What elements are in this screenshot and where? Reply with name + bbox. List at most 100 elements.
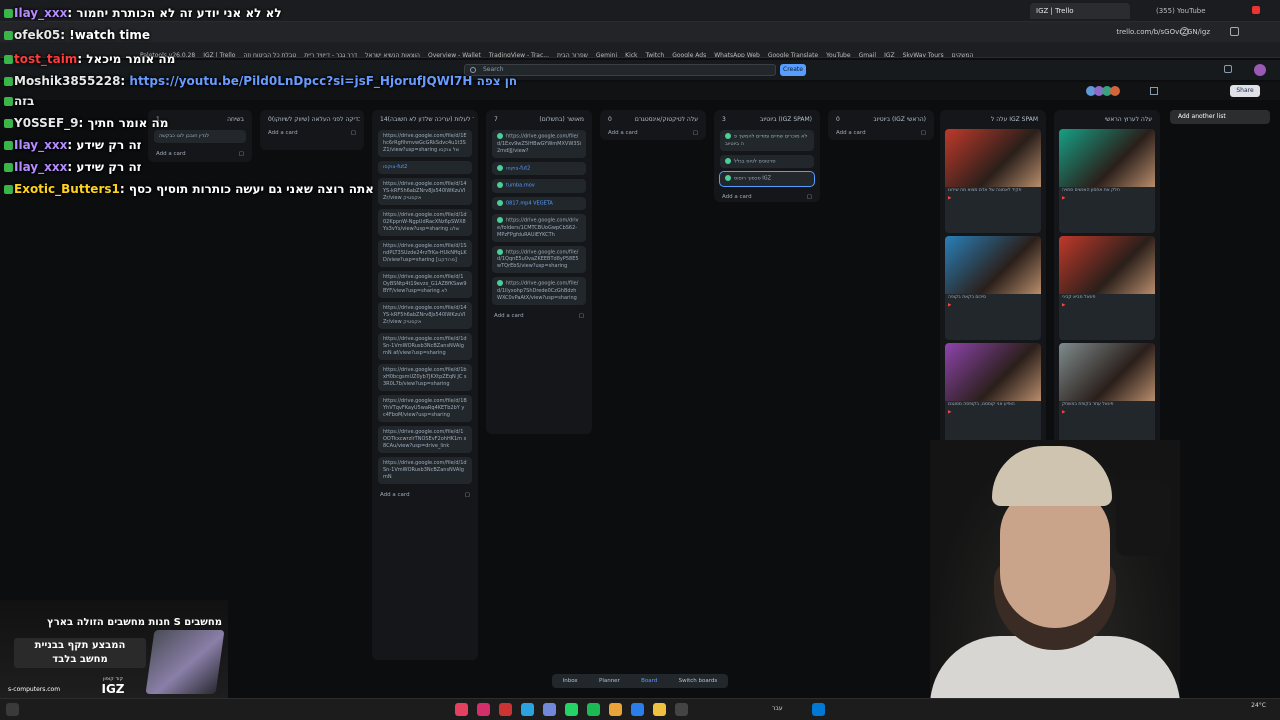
card[interactable]: https://drive.google.com/file/d/1OyBSNtp… <box>378 271 472 298</box>
card-hovered[interactable]: סכסוך רופוס IGZ <box>719 171 815 187</box>
list-title[interactable]: עלה לטיקטוק/אינסטגרם <box>635 114 698 126</box>
app-icon[interactable] <box>477 703 490 716</box>
extensions-icon[interactable] <box>1230 27 1239 36</box>
card[interactable]: https://drive.google.com/file/d/1llyxohp… <box>492 277 586 305</box>
app-icon[interactable] <box>631 703 644 716</box>
share-button[interactable]: Share <box>1230 85 1260 97</box>
card[interactable]: tumba.mov <box>492 179 586 193</box>
card[interactable]: 0817.mp4 VEGETA <box>492 196 586 210</box>
chat-text[interactable]: https://youtu.be/Pild0LnDpcc?si=jsF_Hjor… <box>129 74 517 88</box>
video-card[interactable]: הופיע אני קוסמנו, בקופסה מסוגנם ▶ <box>945 343 1041 447</box>
spotify-icon[interactable] <box>587 703 600 716</box>
start-icon[interactable] <box>6 703 19 716</box>
discord-icon[interactable] <box>543 703 556 716</box>
list-title[interactable]: עלה ל IGZ SPAM <box>991 114 1038 126</box>
video-card[interactable]: חלק את אחסון האנשים סמויה ▶ <box>1059 129 1155 233</box>
list-title[interactable]: ביוטיוב (IGZ SPAM) <box>760 114 812 126</box>
video-card[interactable]: פקיד לאמונה של אדם מצוא מה שירצו ▶ <box>945 129 1041 233</box>
app-icon[interactable] <box>675 703 688 716</box>
bookmark-item[interactable]: שפרוך הבית <box>557 48 588 57</box>
list-title[interactable]: מאושר (בתשלום) <box>539 114 584 126</box>
card[interactable]: https://drive.google.com/file/d/1dSn-1Vm… <box>378 333 472 360</box>
clock[interactable]: 24°C <box>1226 702 1266 710</box>
list-title[interactable]: לא מאושר לעלות (עריכה שלדון לא חשובה) <box>388 114 474 126</box>
card[interactable]: https://drive.google.com/file/d/14YS-kRF… <box>378 302 472 329</box>
bookmark-item[interactable]: Overview - Wallet <box>428 48 481 57</box>
notifications-icon[interactable] <box>1224 65 1232 73</box>
video-card[interactable]: פיגאל מביא קביני ▶ <box>1059 236 1155 340</box>
bookmark-item[interactable]: WhatsApp Web <box>714 48 760 57</box>
template-icon[interactable]: ▢ <box>693 129 698 136</box>
add-list-button[interactable]: Add another list <box>1170 110 1270 124</box>
card[interactable]: https://drive.google.com/file/d/14YS-kRF… <box>378 178 472 205</box>
add-card-button[interactable]: Add a card ▢ <box>376 488 474 500</box>
card[interactable]: https://drive.google.com/file/d/1Ehc6rRg… <box>378 130 472 157</box>
bookmark-item[interactable]: Kick <box>625 48 637 57</box>
app-icon[interactable] <box>499 703 512 716</box>
switch-boards-tab[interactable]: Switch boards <box>679 678 718 684</box>
add-card-button[interactable]: Add a card ▢ <box>604 126 702 138</box>
add-card-button[interactable]: Add a card ▢ <box>490 309 588 321</box>
planner-tab[interactable]: Planner <box>599 678 620 684</box>
bookmark-item[interactable]: Google Ads <box>672 48 706 57</box>
telegram-icon[interactable] <box>521 703 534 716</box>
check-icon[interactable] <box>497 248 503 255</box>
check-icon[interactable] <box>497 280 503 286</box>
folder-icon[interactable] <box>653 703 666 716</box>
app-icon[interactable] <box>455 703 468 716</box>
bookmark-item[interactable]: המשקים <box>952 48 974 57</box>
card[interactable]: https://drive.google.com/file/d/1SndPLT3… <box>378 240 472 267</box>
video-card[interactable]: פיגאל עוזר בקופת במשחק ▶ <box>1059 343 1155 447</box>
bookmark-item[interactable]: TradingView - Trac... <box>489 48 549 57</box>
card[interactable]: לא מוכרים שחיים ומודים להמשך פה ביוטיוב <box>720 130 814 151</box>
template-icon[interactable]: ▢ <box>921 129 926 136</box>
board-members[interactable] <box>1086 86 1126 96</box>
card[interactable]: צוקסו-fut2 <box>492 161 586 175</box>
filter-icon[interactable] <box>1150 87 1158 95</box>
card[interactable]: https://drive.google.com/file/d/1OOTkxcw… <box>378 426 472 453</box>
card[interactable]: https://drive.google.com/file/d/1d02Kppn… <box>378 209 472 236</box>
list-title[interactable]: ביוטיוב (IGZ הראשי) <box>873 114 926 126</box>
create-button[interactable]: Create <box>780 64 806 76</box>
template-icon[interactable]: ▢ <box>465 491 470 498</box>
video-card[interactable]: סיכום בקאת בקופה ▶ <box>945 236 1041 340</box>
template-icon[interactable]: ▢ <box>579 312 584 319</box>
add-card-button[interactable]: Add a card ▢ <box>832 126 930 138</box>
bookmark-item[interactable]: Gmail <box>859 48 877 57</box>
board-tab[interactable]: Board <box>641 678 657 684</box>
check-icon[interactable] <box>725 157 731 164</box>
check-icon[interactable] <box>497 182 503 188</box>
card[interactable]: https://drive.google.com/file/d/1QqnE5u0… <box>492 245 586 273</box>
bookmark-item[interactable]: IGZ <box>884 48 895 57</box>
list-title[interactable]: עלה לערוץ הראשי <box>1105 114 1152 126</box>
card[interactable]: https://drive.google.com/file/d/1bxH0bcg… <box>378 364 472 391</box>
tab-youtube[interactable]: (355) YouTube <box>1150 3 1250 19</box>
check-icon[interactable] <box>725 175 731 181</box>
add-card-button[interactable]: Add a card ▢ <box>718 190 816 202</box>
bookmark-item[interactable]: Gemini <box>596 48 617 57</box>
chrome-icon[interactable] <box>609 703 622 716</box>
template-icon[interactable]: ▢ <box>807 193 812 200</box>
check-icon[interactable] <box>725 133 731 139</box>
url-field[interactable]: trello.com/b/sGOvrZGN/igz <box>1116 26 1210 38</box>
whatsapp-icon[interactable] <box>565 703 578 716</box>
avatar[interactable] <box>1254 64 1266 76</box>
profile-icon[interactable] <box>1180 27 1189 36</box>
check-icon[interactable] <box>497 199 503 206</box>
card[interactable]: https://drive.google.com/file/d/1dSn-1Vm… <box>378 457 472 484</box>
bookmark-item[interactable]: YouTube <box>826 48 850 57</box>
card[interactable]: סרטונים לגיוס בגלל <box>720 154 814 168</box>
check-icon[interactable] <box>497 217 503 223</box>
language-indicator[interactable]: עבר <box>772 705 783 712</box>
check-icon[interactable] <box>497 133 503 139</box>
tab-trello[interactable]: IGZ | Trello <box>1030 3 1130 19</box>
bookmark-item[interactable]: SkyWay Tours <box>903 48 944 57</box>
inbox-tab[interactable]: Inbox <box>563 678 578 684</box>
window-controls[interactable] <box>1252 6 1260 14</box>
bookmark-item[interactable]: Google Translate <box>768 48 818 57</box>
check-icon[interactable] <box>497 164 503 171</box>
card[interactable]: https://drive.google.com/file/d/1BYhVTqv… <box>378 395 472 422</box>
card[interactable]: https://drive.google.com/file/d/1Exv9wZ5… <box>492 130 586 158</box>
card[interactable]: https://drive.google.com/drive/folders/1… <box>492 214 586 242</box>
card[interactable]: צוקסו-fut2 <box>378 161 472 174</box>
